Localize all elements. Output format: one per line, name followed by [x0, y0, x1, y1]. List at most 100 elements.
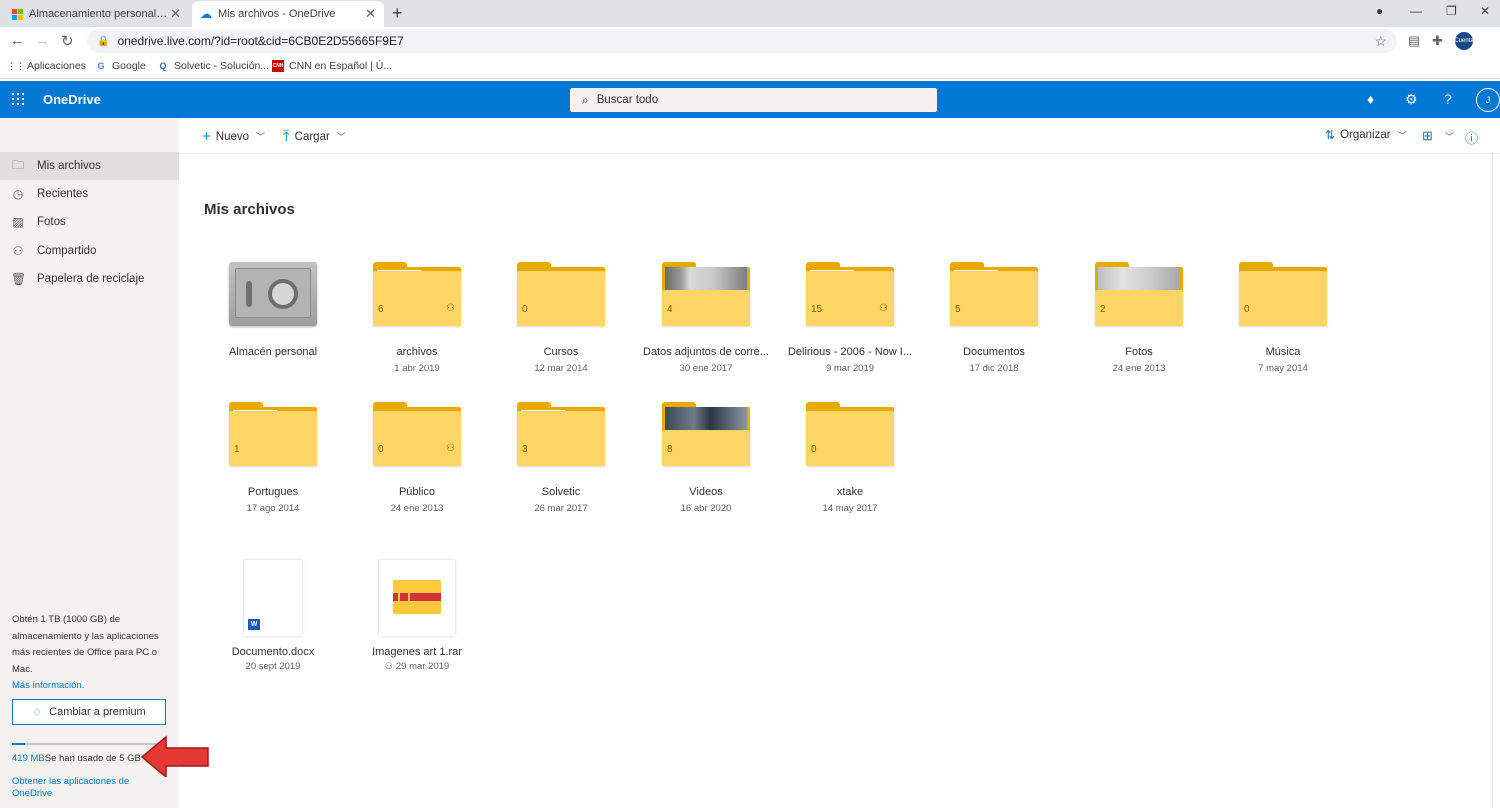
folder-with-photo-icon: 4 [662, 262, 750, 326]
shared-people-icon: ⚇ [446, 303, 455, 314]
new-tab-icon[interactable]: + [392, 3, 403, 24]
storage-usage-fill [12, 743, 25, 745]
file-tile-personal-vault[interactable]: Almacén personal [201, 262, 345, 402]
item-date: 14 may 2017 [822, 503, 878, 514]
word-document-thumbnail: W [244, 560, 302, 636]
item-name: Videos [689, 486, 723, 498]
lock-icon: 🔒 [97, 35, 110, 47]
help-icon[interactable]: ? [1444, 91, 1452, 107]
vault-thumbnail [229, 262, 317, 326]
browser-tab-storage[interactable]: Almacenamiento personal en la n ✕ [4, 1, 189, 27]
forward-icon[interactable]: → [35, 32, 50, 49]
folder-tile[interactable]: 0 Cursos 12 mar 2014 [489, 262, 633, 402]
item-count: 0 [811, 444, 817, 455]
item-count: 6 [378, 304, 384, 315]
chevron-down-icon: ﹀ [336, 132, 346, 142]
chevron-down-icon: ﹀ [1397, 130, 1407, 141]
onedrive-brand[interactable]: OneDrive [43, 92, 101, 107]
folder-tile[interactable]: 3 Solvetic 26 mar 2017 [489, 402, 633, 542]
upload-arrow-icon: ⤒ [283, 128, 290, 145]
settings-gear-icon[interactable]: ⚙ [1405, 91, 1418, 108]
folder-icon: 15 ⚇ [806, 262, 894, 326]
reload-icon[interactable]: ↻ [61, 32, 74, 50]
folder-icon: 0 [1239, 262, 1327, 326]
account-avatar[interactable]: J [1476, 88, 1500, 112]
folder-icon: 6 ⚇ [373, 262, 461, 326]
item-date: 16 abr 2020 [680, 503, 732, 514]
vertical-scrollbar[interactable] [1492, 154, 1500, 808]
browser-profile-avatar[interactable]: Cuenta [1454, 32, 1474, 50]
folder-tile[interactable]: 4 Datos adjuntos de corre... 30 ene 2017 [634, 262, 778, 402]
item-count: 15 [811, 304, 823, 315]
url-text: onedrive.live.com/?id=root&cid=6CB0E2D55… [117, 34, 404, 48]
word-icon: W [248, 619, 260, 630]
item-name: Documento.docx [231, 646, 315, 658]
new-button[interactable]: + Nuevo ﹀ [202, 128, 265, 145]
chevron-down-icon: ﹀ [256, 132, 266, 142]
bookmarks-bar: ⋮⋮ Aplicaciones G Google Q Solvetic - So… [0, 55, 1500, 79]
nav-item-recycle-bin[interactable]: 🗑 Papelera de reciclaje [0, 265, 179, 293]
item-name: Público [398, 486, 436, 498]
folder-tile[interactable]: 0 xtake 14 may 2017 [778, 402, 922, 542]
bookmark-solvetic[interactable]: Q Solvetic - Solución... [157, 60, 269, 72]
item-name: Solvetic [541, 486, 581, 498]
folder-tile[interactable]: 15 ⚇ Delirious - 2006 - Now I... 9 mar 2… [778, 262, 922, 402]
get-apps-link[interactable]: Obtener las aplicaciones de OneDrive [12, 776, 162, 800]
item-date: 26 mar 2017 [534, 503, 588, 514]
go-premium-button[interactable]: ♢ Cambiar a premium [12, 699, 166, 725]
bookmark-apps[interactable]: ⋮⋮ Aplicaciones [7, 60, 86, 72]
premium-diamond-icon[interactable]: ♦ [1367, 91, 1374, 107]
item-count: 2 [1100, 304, 1106, 315]
folder-tile[interactable]: 0 ⚇ Público 24 ene 2013 [345, 402, 489, 542]
profile-menu-icon[interactable]: ● [1376, 4, 1383, 18]
sort-icon: ⇅ [1325, 128, 1336, 142]
nav-item-photos[interactable]: ▨ Fotos [0, 208, 179, 236]
command-bar: + Nuevo ﹀ ⤒ Cargar ﹀ ⇅ Organizar ﹀ ⊞ ﹀ ⓘ [179, 118, 1500, 154]
nav-item-recent[interactable]: ◷ Recientes [0, 180, 179, 208]
extensions-icon[interactable]: ✚ [1432, 33, 1443, 49]
item-date: 7 may 2014 [1258, 363, 1308, 374]
browser-tab-onedrive[interactable]: ☁ Mis archivos - OneDrive ✕ [192, 1, 384, 27]
shared-people-icon: ⚇ [879, 303, 888, 314]
nav-item-my-files[interactable]: 🗀 Mis archivos [0, 152, 179, 180]
item-name: Delirious - 2006 - Now I... [787, 346, 913, 358]
minimize-icon[interactable]: — [1410, 4, 1422, 18]
shared-people-icon: ⚇ [446, 443, 455, 454]
folder-tile[interactable]: 5 Documentos 17 dic 2018 [922, 262, 1066, 402]
details-pane-button[interactable]: ⓘ [1465, 128, 1483, 147]
item-name: Fotos [1125, 346, 1153, 358]
back-icon[interactable]: ← [10, 32, 25, 49]
folder-with-photo-icon: 8 [662, 402, 750, 466]
bookmark-star-icon[interactable]: ☆ [1374, 33, 1387, 50]
upload-button[interactable]: ⤒ Cargar ﹀ [283, 128, 346, 145]
folder-tile[interactable]: 8 Videos 16 abr 2020 [634, 402, 778, 542]
browser-tab-title: Almacenamiento personal en la n [29, 8, 169, 20]
window-close-icon[interactable]: ✕ [1480, 4, 1490, 18]
address-bar[interactable]: 🔒 onedrive.live.com/?id=root&cid=6CB0E2D… [87, 29, 1397, 53]
folder-tile[interactable]: 1 Portugues 17 ago 2014 [201, 402, 345, 542]
grid-view-icon: ⊞ [1422, 128, 1433, 143]
reading-list-icon[interactable]: ▤ [1408, 33, 1420, 49]
nav-item-shared[interactable]: ⚇ Compartido [0, 237, 179, 265]
view-switcher-button[interactable]: ⊞ ﹀ [1422, 128, 1454, 144]
folder-tile[interactable]: 2 Fotos 24 ene 2013 [1067, 262, 1211, 402]
file-tile-rar[interactable]: Imagenes art 1.rar ⚇ 29 mar 2019 [345, 560, 489, 700]
bookmark-cnn[interactable]: CNN CNN en Español | Ú... [272, 60, 392, 72]
onedrive-cloud-icon: ☁ [200, 7, 212, 21]
folder-tile[interactable]: 0 Música 7 may 2014 [1211, 262, 1355, 402]
item-count: 3 [522, 444, 528, 455]
restore-icon[interactable]: ❐ [1446, 4, 1457, 18]
item-name: Documentos [963, 346, 1025, 358]
app-launcher-icon[interactable] [12, 93, 24, 105]
search-icon: ⌕ [582, 92, 589, 107]
sort-button[interactable]: ⇅ Organizar ﹀ [1325, 128, 1407, 142]
item-name: Música [1265, 346, 1301, 358]
close-tab-icon[interactable]: ✕ [365, 6, 376, 22]
storage-usage-text[interactable]: 419 MBSe han usado de 5 GB [12, 753, 141, 764]
search-box[interactable]: ⌕ Buscar todo [570, 88, 937, 112]
close-tab-icon[interactable]: ✕ [170, 6, 181, 22]
file-tile-docx[interactable]: W Documento.docx 20 sept 2019 [201, 560, 345, 700]
more-info-link[interactable]: Más información. [12, 680, 84, 691]
bookmark-google[interactable]: G Google [95, 60, 145, 72]
folder-tile[interactable]: 6 ⚇ archivos 1 abr 2019 [345, 262, 489, 402]
